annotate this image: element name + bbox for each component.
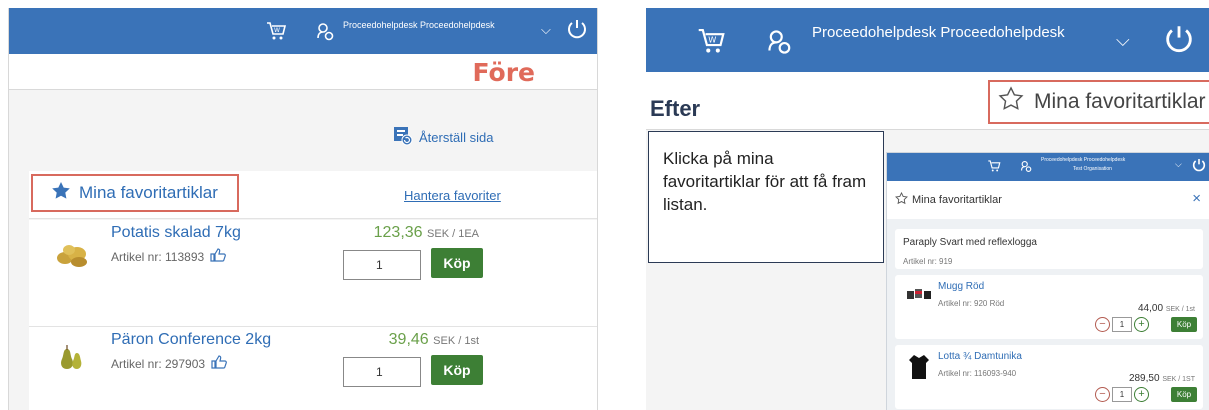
tunic-image <box>905 353 933 379</box>
reset-label: Återställ sida <box>419 130 494 145</box>
svg-text:W: W <box>274 27 280 34</box>
favorites-button-highlight[interactable]: Mina favoritartiklar <box>988 80 1209 124</box>
price-value: 44,00 <box>1138 303 1164 314</box>
favorite-item: Lotta ¾ Damtunika Artikel nr: 116093-940… <box>895 345 1203 409</box>
favorites-title: Mina favoritartiklar <box>79 183 218 202</box>
power-icon[interactable] <box>565 17 589 46</box>
top-bar: W Proceedohelpdesk Proceedohelpdesk ⌵ <box>9 8 597 54</box>
close-icon[interactable]: × <box>1192 190 1201 207</box>
price-unit: SEK / 1st <box>433 335 479 347</box>
price: 123,36 SEK / 1EA <box>374 224 479 242</box>
mug-image <box>905 283 933 307</box>
before-screenshot: W Proceedohelpdesk Proceedohelpdesk ⌵ Fö… <box>8 8 598 410</box>
item-article-number: Artikel nr: 920 Röd <box>938 299 1005 308</box>
price-unit: SEK / 1st <box>1165 306 1195 313</box>
product-name[interactable]: Päron Conference 2kg <box>111 331 271 349</box>
price-unit: SEK / 1ST <box>1162 376 1195 383</box>
user-name[interactable]: Proceedohelpdesk Proceedohelpdesk <box>812 24 1065 41</box>
inset-top-bar: Proceedohelpdesk Proceedohelpdesk Test O… <box>887 153 1209 181</box>
user-settings-icon[interactable] <box>1019 159 1033 178</box>
article-number: Artikel nr: 297903 <box>111 355 227 372</box>
svg-text:W: W <box>708 34 716 44</box>
item-name: Paraply Svart med reflexlogga <box>903 237 1037 248</box>
product-name[interactable]: Potatis skalad 7kg <box>111 224 241 242</box>
quantity-input[interactable]: 1 <box>1112 317 1132 332</box>
minus-button[interactable]: − <box>1095 387 1110 402</box>
cart-icon[interactable]: W <box>265 20 287 47</box>
item-price: 44,00 SEK / 1st <box>1138 303 1195 314</box>
manage-favorites-link[interactable]: Hantera favoriter <box>404 188 501 203</box>
pear-image <box>55 343 91 373</box>
article-number-text: Artikel nr: 113893 <box>111 249 205 264</box>
article-number: Artikel nr: 113893 <box>111 248 227 265</box>
favorites-dropdown: Proceedohelpdesk Proceedohelpdesk Test O… <box>886 152 1209 410</box>
item-price: 289,50 SEK / 1ST <box>1129 373 1195 384</box>
user-name[interactable]: Proceedohelpdesk Proceedohelpdesk <box>343 20 495 30</box>
article-number-text: Artikel nr: 297903 <box>111 356 206 371</box>
cart-icon[interactable] <box>987 159 1001 178</box>
buy-button[interactable]: Köp <box>1171 317 1197 332</box>
buy-button[interactable]: Köp <box>431 248 483 278</box>
top-bar: W Proceedohelpdesk Proceedohelpdesk ⌵ <box>646 8 1209 72</box>
after-screenshot: W Proceedohelpdesk Proceedohelpdesk ⌵ Ef… <box>646 8 1209 410</box>
quantity-input[interactable]: 1 <box>343 250 421 280</box>
user-name[interactable]: Proceedohelpdesk Proceedohelpdesk <box>1041 157 1125 163</box>
quantity-input[interactable]: 1 <box>343 357 421 387</box>
user-settings-icon[interactable] <box>764 26 794 61</box>
power-icon[interactable] <box>1191 157 1207 178</box>
price-value: 39,46 <box>388 331 429 348</box>
user-settings-icon[interactable] <box>314 20 336 47</box>
favorites-panel-header: Mina favoritartiklar × <box>887 181 1209 219</box>
price-unit: SEK / 1EA <box>427 228 479 240</box>
item-name[interactable]: Mugg Röd <box>938 281 984 292</box>
reset-page-link[interactable]: Återställ sida <box>393 126 493 149</box>
item-article-number: Artikel nr: 919 <box>903 257 953 266</box>
reset-icon <box>393 126 413 149</box>
buy-button[interactable]: Köp <box>431 355 483 385</box>
item-name[interactable]: Lotta ¾ Damtunika <box>938 351 1022 362</box>
favorites-panel-title: Mina favoritartiklar <box>912 194 1002 206</box>
price: 39,46 SEK / 1st <box>389 331 479 349</box>
star-outline-icon <box>895 191 908 208</box>
chevron-down-icon[interactable]: ⌵ <box>541 22 551 38</box>
favorite-item[interactable]: Paraply Svart med reflexlogga Artikel nr… <box>895 229 1203 269</box>
cart-icon[interactable]: W <box>696 26 726 61</box>
plus-button[interactable]: + <box>1134 317 1149 332</box>
chevron-down-icon[interactable]: ⌵ <box>1175 159 1182 170</box>
power-icon[interactable] <box>1162 22 1196 61</box>
quantity-stepper: − 1 + <box>1095 317 1149 332</box>
after-label: Efter <box>650 96 701 121</box>
favorites-title-highlight[interactable]: Mina favoritartiklar <box>31 174 239 212</box>
favorites-header: Mina favoritartiklar Hantera favoriter <box>29 171 597 219</box>
favorite-item: Mugg Röd Artikel nr: 920 Röd 44,00 SEK /… <box>895 275 1203 339</box>
product-row: Päron Conference 2kg Artikel nr: 297903 … <box>29 326 597 410</box>
thumbs-up-icon[interactable] <box>211 355 227 372</box>
star-icon <box>51 181 71 206</box>
chevron-down-icon[interactable]: ⌵ <box>1116 30 1130 51</box>
favorites-button-label: Mina favoritartiklar <box>1034 90 1206 113</box>
quantity-input[interactable]: 1 <box>1112 387 1132 402</box>
thumbs-up-icon[interactable] <box>210 248 227 265</box>
star-outline-icon <box>998 86 1024 118</box>
minus-button[interactable]: − <box>1095 317 1110 332</box>
org-name: Test Organisation <box>1073 166 1112 172</box>
before-label: Före <box>472 58 535 87</box>
item-article-number: Artikel nr: 116093-940 <box>938 369 1017 378</box>
plus-button[interactable]: + <box>1134 387 1149 402</box>
quantity-stepper: − 1 + <box>1095 387 1149 402</box>
price-value: 289,50 <box>1128 373 1160 384</box>
potato-image <box>55 240 91 270</box>
price-value: 123,36 <box>373 224 423 241</box>
instruction-note: Klicka på mina favoritartiklar för att f… <box>648 131 884 263</box>
buy-button[interactable]: Köp <box>1171 387 1197 402</box>
product-row: Potatis skalad 7kg Artikel nr: 113893 12… <box>29 220 597 326</box>
